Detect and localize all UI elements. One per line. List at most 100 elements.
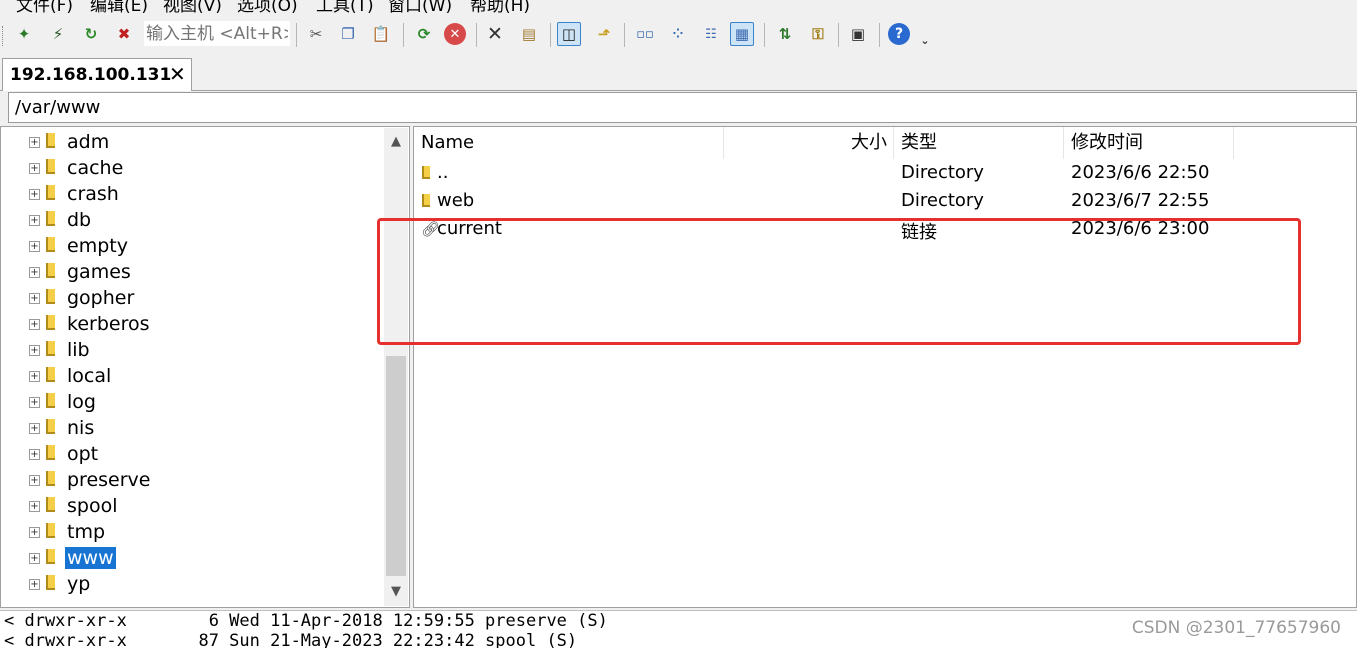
menu-tools[interactable]: 工具(T) (316, 0, 374, 14)
tree-item-label: empty (67, 235, 128, 257)
expand-plus-icon[interactable]: + (29, 215, 40, 226)
toolbar: ✦ ⚡ ↻ ✖ ✂ ❐ 📋 ⟳ ✕ ✕ ▤ ◫ ⬏ ▫▫ ⁘ ☷ ▦ ⇅ ⚿ ▣… (0, 14, 1357, 57)
tree-item-label: kerberos (67, 313, 150, 335)
tree-item-label: lib (67, 339, 90, 361)
folder-icon (46, 575, 55, 590)
large-icons-icon[interactable]: ▫▫ (633, 22, 657, 46)
tree-item-label: cache (67, 157, 124, 179)
file-type: Directory (901, 162, 984, 183)
toolbar-overflow-chevron-icon[interactable]: ⌄ (918, 28, 932, 52)
tree-item-label: preserve (67, 469, 151, 491)
expand-plus-icon[interactable]: + (29, 137, 40, 148)
help-icon[interactable]: ? (888, 23, 910, 45)
toolbar-separator (296, 23, 297, 47)
expand-plus-icon[interactable]: + (29, 189, 40, 200)
reconnect-icon[interactable]: ↻ (79, 22, 103, 46)
tree-item-label: log (67, 391, 96, 413)
menu-view[interactable]: 视图(V) (163, 0, 222, 14)
tab-strip: 192.168.100.131 ✕ (0, 56, 1357, 91)
key-icon[interactable]: ⚿ (806, 22, 830, 46)
menu-file[interactable]: 文件(F) (16, 0, 73, 14)
delete-icon[interactable]: ✕ (483, 22, 507, 46)
expand-plus-icon[interactable]: + (29, 397, 40, 408)
toolbar-separator (476, 23, 477, 47)
tree-item-label: yp (67, 573, 91, 595)
list-view-icon[interactable]: ☷ (699, 22, 723, 46)
expand-plus-icon[interactable]: + (29, 371, 40, 382)
scrollbar-thumb[interactable] (386, 356, 406, 576)
toolbar-separator (764, 23, 765, 47)
up-folder-icon[interactable]: ⬏ (592, 22, 616, 46)
transfer-queue-icon[interactable]: ⇅ (773, 22, 797, 46)
expand-plus-icon[interactable]: + (29, 579, 40, 590)
scroll-up-arrow-icon[interactable]: ▲ (384, 128, 408, 156)
column-header-modified[interactable]: 修改时间 (1064, 127, 1234, 159)
expand-plus-icon[interactable]: + (29, 241, 40, 252)
highlight-annotation (377, 218, 1301, 345)
view-tree-icon[interactable]: ◫ (557, 22, 581, 46)
file-modified: 2023/6/6 22:50 (1071, 162, 1210, 183)
menu-bar: 文件(F) 编辑(E) 视图(V) 选项(O) 工具(T) 窗口(W) 帮助(H… (0, 0, 1357, 14)
file-name: web (437, 190, 475, 211)
file-row[interactable]: web Directory 2023/6/7 22:55 (414, 188, 1354, 216)
menu-edit[interactable]: 编辑(E) (90, 0, 148, 14)
expand-plus-icon[interactable]: + (29, 319, 40, 330)
tree-item-label: games (67, 261, 131, 283)
folder-icon (46, 419, 55, 434)
details-view-icon[interactable]: ▦ (730, 22, 754, 46)
folder-icon (46, 315, 55, 330)
stop-icon[interactable]: ✕ (444, 23, 466, 45)
column-header-type[interactable]: 类型 (894, 127, 1064, 159)
tree-item-label: tmp (67, 521, 106, 543)
paste-icon[interactable]: 📋 (369, 22, 393, 46)
expand-plus-icon[interactable]: + (29, 345, 40, 356)
toolbar-separator (403, 23, 404, 47)
disconnect-icon[interactable]: ✖ (112, 22, 136, 46)
expand-plus-icon[interactable]: + (29, 423, 40, 434)
expand-plus-icon[interactable]: + (29, 501, 40, 512)
tree-scrollbar[interactable]: ▲ ▼ (384, 128, 408, 606)
new-session-icon[interactable]: ✦ (12, 22, 36, 46)
expand-plus-icon[interactable]: + (29, 293, 40, 304)
folder-icon (46, 185, 55, 200)
path-bar[interactable]: /var/www (8, 92, 1357, 123)
file-type: Directory (901, 190, 984, 211)
close-icon[interactable]: ✕ (169, 62, 186, 86)
properties-icon[interactable]: ▤ (517, 22, 541, 46)
menu-options[interactable]: 选项(O) (237, 0, 298, 14)
expand-plus-icon[interactable]: + (29, 475, 40, 486)
toolbar-separator (550, 23, 551, 47)
options-icon[interactable]: ▣ (846, 22, 870, 46)
copy-icon[interactable]: ❐ (336, 22, 360, 46)
refresh-icon[interactable]: ⟳ (412, 22, 436, 46)
scroll-down-arrow-icon[interactable]: ▼ (384, 578, 408, 606)
tab-session[interactable]: 192.168.100.131 ✕ (2, 58, 192, 91)
cut-icon[interactable]: ✂ (304, 22, 328, 46)
folder-icon (46, 471, 55, 486)
folder-icon (46, 341, 55, 356)
watermark: CSDN @2301_77657960 (1131, 618, 1341, 638)
expand-plus-icon[interactable]: + (29, 553, 40, 564)
column-header-size[interactable]: 大小 (724, 127, 894, 159)
host-input[interactable] (144, 21, 290, 46)
expand-plus-icon[interactable]: + (29, 527, 40, 538)
folder-icon (46, 367, 55, 382)
quick-connect-icon[interactable]: ⚡ (46, 22, 70, 46)
expand-plus-icon[interactable]: + (29, 267, 40, 278)
menu-help[interactable]: 帮助(H) (470, 0, 530, 14)
folder-icon (46, 159, 55, 174)
file-list: Name 大小 类型 修改时间 .. Directory 2023/6/6 22:5… (413, 126, 1357, 608)
tree-item-label: www (65, 547, 116, 569)
tree-item-label: opt (67, 443, 99, 465)
menu-window[interactable]: 窗口(W) (388, 0, 452, 14)
toolbar-separator (879, 23, 880, 47)
path-value: /var/www (15, 97, 101, 118)
small-icons-icon[interactable]: ⁘ (666, 22, 690, 46)
expand-plus-icon[interactable]: + (29, 163, 40, 174)
toolbar-grip[interactable] (2, 26, 7, 46)
expand-plus-icon[interactable]: + (29, 449, 40, 460)
folder-icon (46, 211, 55, 226)
folder-tree: + adm + cache + crash + db + empty + games + gopher + k… (0, 126, 410, 608)
column-header-name[interactable]: Name (414, 127, 724, 159)
file-row[interactable]: .. Directory 2023/6/6 22:50 (414, 160, 1354, 188)
